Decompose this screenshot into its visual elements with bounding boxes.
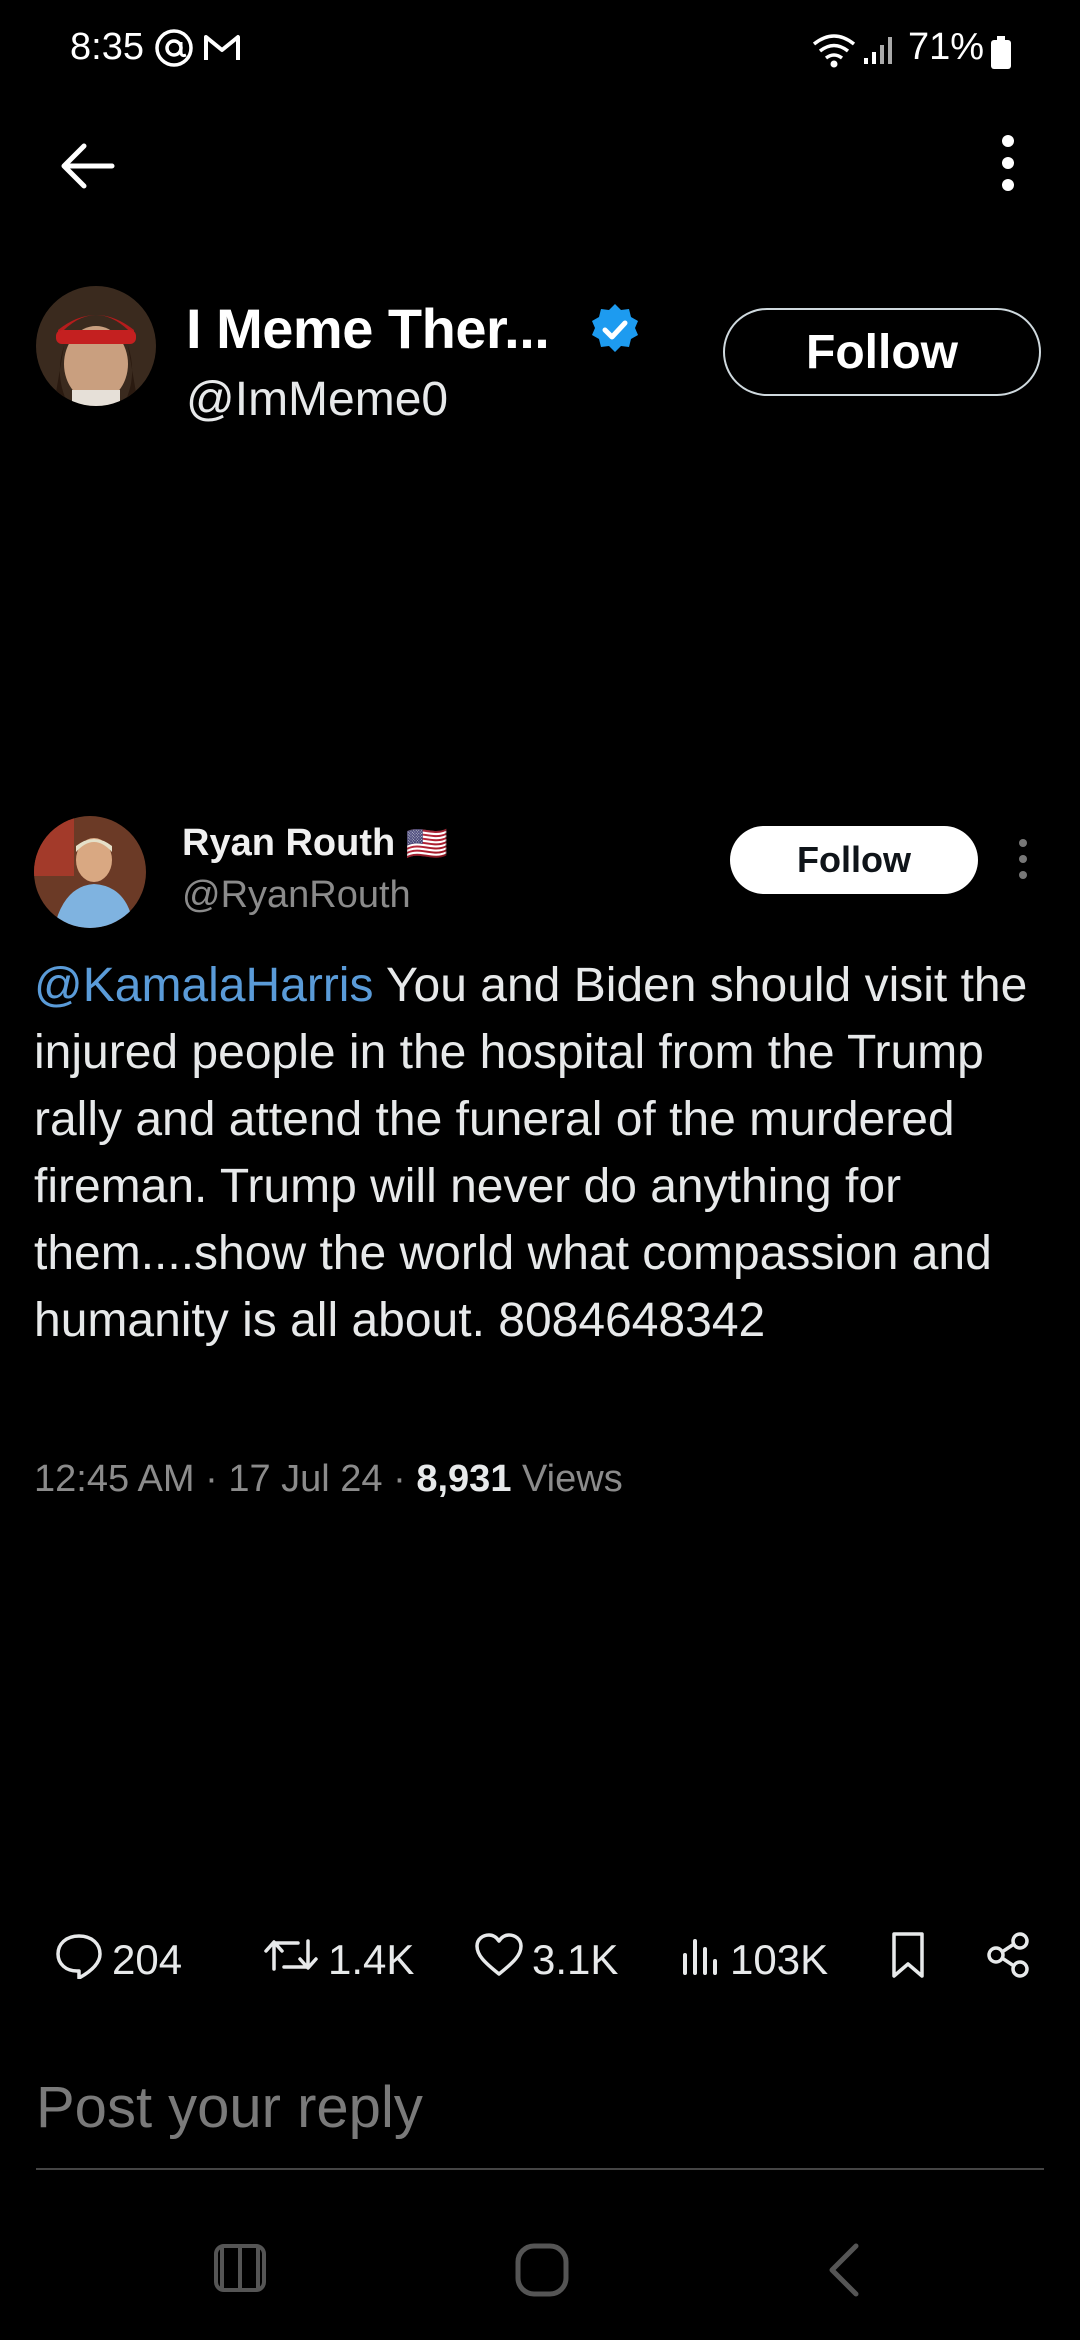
reply-icon	[54, 1931, 104, 1989]
embedded-follow-button: Follow	[730, 826, 978, 894]
reply-input[interactable]: Post your reply	[36, 2074, 423, 2141]
embedded-post-time: 12:45 AM	[34, 1458, 195, 1500]
embedded-avatar	[34, 816, 146, 928]
home-icon[interactable]	[512, 2240, 572, 2305]
bar-chart-icon	[680, 1933, 722, 1987]
share-icon	[984, 1931, 1032, 1989]
mention-link: @KamalaHarris	[34, 959, 374, 1012]
bookmark-button[interactable]	[888, 1920, 928, 2000]
reply-button[interactable]: 204	[54, 1920, 182, 2000]
battery-icon	[990, 36, 1012, 75]
back-nav-icon[interactable]	[824, 2240, 864, 2305]
arrow-left-icon	[56, 141, 116, 196]
reply-divider	[36, 2168, 1044, 2170]
follow-author-button[interactable]: Follow	[723, 308, 1041, 396]
threads-icon	[154, 28, 194, 73]
status-time: 8:35	[70, 26, 144, 68]
repost-count: 1.4K	[328, 1936, 415, 1983]
gmail-icon	[202, 28, 242, 73]
repost-icon	[262, 1933, 320, 1987]
post-action-bar: 204 1.4K 3.1K 103K	[0, 1920, 1080, 2000]
wifi-icon	[810, 32, 858, 75]
like-button[interactable]: 3.1K	[474, 1920, 618, 2000]
system-nav-bar	[0, 2220, 1080, 2320]
battery-percent: 71%	[908, 26, 985, 68]
embedded-post-body: You and Biden should visit the injured p…	[34, 959, 1028, 1347]
views-button[interactable]: 103K	[680, 1920, 828, 2000]
embedded-post-views-count: 8,931	[416, 1458, 512, 1500]
recent-apps-icon[interactable]	[212, 2240, 268, 2301]
reply-count: 204	[112, 1936, 183, 1983]
back-button[interactable]	[48, 130, 124, 206]
more-vertical-icon	[1000, 133, 1016, 198]
view-count: 103K	[730, 1936, 829, 1983]
author-handle[interactable]: @ImMeme0	[186, 372, 448, 427]
embedded-post-text: @KamalaHarris You and Biden should visit…	[34, 952, 1054, 1354]
embedded-author-name: Ryan Routh 🇺🇸	[182, 822, 448, 865]
author-avatar[interactable]	[36, 286, 156, 406]
signal-icon	[862, 34, 898, 71]
verified-badge-icon	[588, 302, 642, 361]
embedded-author-name-text: Ryan Routh	[182, 822, 396, 864]
heart-icon	[474, 1932, 524, 1988]
embedded-author-handle: @RyanRouth	[182, 874, 411, 916]
embedded-more-icon	[1016, 836, 1030, 887]
embedded-post-views-label: Views	[522, 1458, 623, 1500]
more-button[interactable]	[978, 130, 1038, 200]
author-name[interactable]: I Meme Ther...	[186, 296, 550, 361]
share-button[interactable]	[984, 1920, 1032, 2000]
embedded-post-meta: 12:45 AM · 17 Jul 24 · 8,931 Views	[34, 1458, 623, 1500]
like-count: 3.1K	[532, 1936, 619, 1983]
repost-button[interactable]: 1.4K	[262, 1920, 414, 2000]
status-bar: 8:35 71%	[0, 0, 1080, 100]
embedded-post-date: 17 Jul 24	[228, 1458, 383, 1500]
bookmark-icon	[888, 1930, 928, 1990]
us-flag-icon: 🇺🇸	[405, 825, 449, 863]
author-name-text: I Meme Ther...	[186, 297, 550, 360]
